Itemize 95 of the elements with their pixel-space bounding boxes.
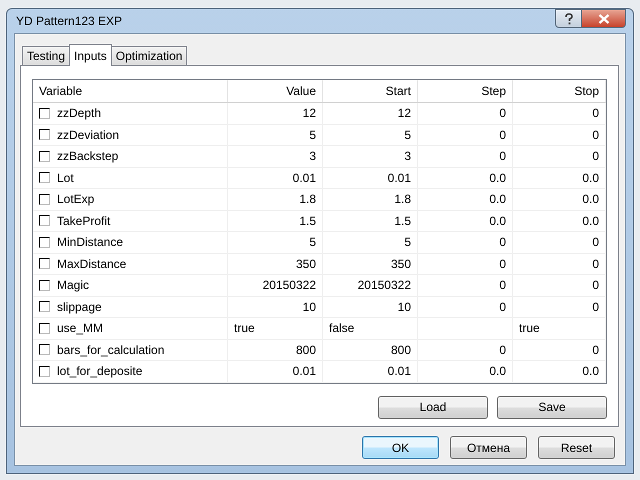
checkbox[interactable] bbox=[39, 366, 50, 377]
table-cell: 0.0 bbox=[489, 214, 506, 228]
table-cell: 0 bbox=[592, 235, 599, 250]
checkbox[interactable] bbox=[39, 236, 50, 248]
table-cell: 0.0 bbox=[489, 192, 506, 206]
table-cell: 10 bbox=[302, 300, 316, 314]
checkbox[interactable] bbox=[39, 301, 50, 312]
table-cell: 0 bbox=[499, 128, 506, 142]
table-cell: 0.0 bbox=[489, 364, 506, 378]
checkbox[interactable] bbox=[39, 172, 50, 184]
dialog-button[interactable]: Reset bbox=[538, 436, 615, 459]
variable-name: MinDistance bbox=[57, 235, 124, 250]
column-header[interactable]: Start bbox=[323, 80, 418, 102]
table-cell: 0 bbox=[499, 278, 506, 292]
close-button[interactable] bbox=[582, 9, 626, 28]
table-cell: 3 bbox=[309, 149, 316, 164]
table-cell: true bbox=[519, 321, 540, 336]
variable-name: TakeProfit bbox=[57, 214, 110, 228]
table-cell: 1.5 bbox=[394, 214, 411, 228]
help-button[interactable] bbox=[555, 9, 582, 28]
checkbox[interactable] bbox=[39, 258, 50, 270]
variable-name: zzDepth bbox=[57, 106, 102, 120]
table-cell: 0.0 bbox=[582, 192, 599, 206]
variable-name: zzDeviation bbox=[57, 128, 120, 142]
tab[interactable]: Optimization bbox=[110, 46, 188, 65]
checkbox[interactable] bbox=[39, 194, 50, 205]
table-cell: 0 bbox=[499, 256, 506, 271]
tab[interactable]: Testing bbox=[22, 46, 70, 65]
table-cell: 0.0 bbox=[489, 170, 506, 185]
table-cell: 0.0 bbox=[582, 214, 599, 228]
table-cell: 0.01 bbox=[292, 170, 316, 185]
table-cell: 3 bbox=[404, 149, 411, 164]
table-cell: 12 bbox=[302, 106, 316, 120]
table-cell: 20150322 bbox=[262, 278, 316, 292]
variable-name: Lot bbox=[57, 170, 74, 185]
table-cell: 1.8 bbox=[299, 192, 316, 206]
checkbox[interactable] bbox=[39, 215, 50, 226]
variable-name: bars_for_calculation bbox=[57, 342, 164, 357]
table-cell: 0.0 bbox=[582, 364, 599, 378]
table-cell: 0 bbox=[592, 106, 599, 120]
table-cell: 350 bbox=[296, 256, 316, 271]
dialog-button[interactable]: OK bbox=[362, 436, 439, 459]
table-cell: false bbox=[329, 321, 354, 336]
table-cell: 800 bbox=[296, 342, 316, 357]
table-cell: 5 bbox=[404, 235, 411, 250]
table-cell: 0 bbox=[592, 278, 599, 292]
table-cell: 0 bbox=[592, 149, 599, 164]
close-icon bbox=[598, 14, 610, 24]
column-header[interactable]: Variable bbox=[33, 80, 228, 102]
table-cell: 0.0 bbox=[582, 170, 599, 185]
checkbox[interactable] bbox=[39, 108, 50, 119]
variable-name: zzBackstep bbox=[57, 149, 118, 164]
checkbox[interactable] bbox=[39, 129, 50, 140]
table-cell: 0 bbox=[592, 300, 599, 314]
table-cell: 0.01 bbox=[292, 364, 316, 378]
table-cell: 1.5 bbox=[299, 214, 316, 228]
table-cell: 0.01 bbox=[388, 170, 411, 185]
table-cell: 0 bbox=[499, 300, 506, 314]
variable-name: LotExp bbox=[57, 192, 94, 206]
table-cell: 0 bbox=[592, 342, 599, 357]
table-cell: true bbox=[234, 321, 255, 336]
checkbox[interactable] bbox=[39, 322, 50, 334]
checkbox[interactable] bbox=[39, 150, 50, 162]
column-header[interactable]: Stop bbox=[513, 80, 606, 102]
variable-name: Magic bbox=[57, 278, 90, 292]
table-cell: 10 bbox=[398, 300, 411, 314]
table-cell: 5 bbox=[309, 128, 316, 142]
tab[interactable]: Inputs bbox=[69, 44, 112, 66]
table-cell: 0 bbox=[499, 235, 506, 250]
checkbox[interactable] bbox=[39, 344, 50, 356]
table-cell: 350 bbox=[390, 256, 411, 271]
table-cell: 0 bbox=[499, 106, 506, 120]
variable-name: lot_for_deposite bbox=[57, 364, 142, 378]
table-cell: 0 bbox=[499, 342, 506, 357]
column-header[interactable]: Step bbox=[418, 80, 513, 102]
panel-button[interactable]: Save bbox=[497, 396, 607, 418]
panel-button[interactable]: Load bbox=[378, 396, 488, 418]
table-cell: 800 bbox=[390, 342, 411, 357]
table-cell: 12 bbox=[398, 106, 411, 120]
checkbox[interactable] bbox=[39, 280, 50, 291]
table-cell: 5 bbox=[309, 235, 316, 250]
variable-name: use_MM bbox=[57, 321, 104, 336]
table-cell: 20150322 bbox=[358, 278, 411, 292]
table-cell: 5 bbox=[404, 128, 411, 142]
dialog-button[interactable]: Отмена bbox=[450, 436, 527, 459]
question-mark-icon bbox=[564, 12, 574, 24]
table-cell: 0 bbox=[592, 256, 599, 271]
variable-name: slippage bbox=[57, 300, 102, 314]
variable-name: MaxDistance bbox=[57, 256, 126, 271]
table-cell: 0 bbox=[499, 149, 506, 164]
table-cell: 1.8 bbox=[394, 192, 411, 206]
column-header[interactable]: Value bbox=[228, 80, 323, 102]
table-cell: 0 bbox=[592, 128, 599, 142]
window-title: YD Pattern123 EXP bbox=[15, 14, 122, 28]
table-cell: 0.01 bbox=[388, 364, 411, 378]
